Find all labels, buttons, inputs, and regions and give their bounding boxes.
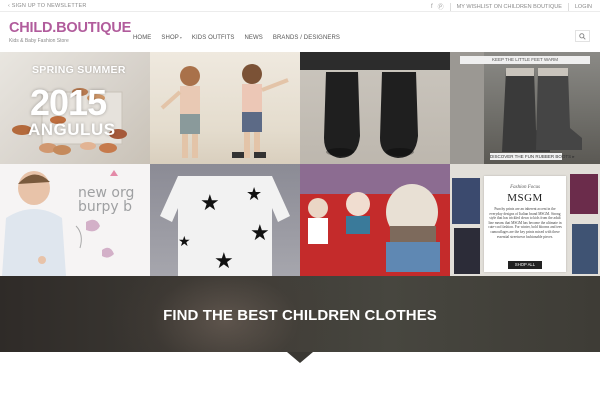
facebook-icon[interactable]: f bbox=[431, 4, 433, 10]
site-tagline: Kids & Baby Fashion Store bbox=[9, 37, 69, 44]
top-bar: ‹ SIGN UP TO NEWSLETTER f Ⓟ MY WISHLIST … bbox=[0, 0, 600, 12]
promo-text: new org burpy b bbox=[78, 186, 134, 214]
search-button[interactable] bbox=[575, 30, 590, 42]
pinterest-icon[interactable]: Ⓟ bbox=[438, 2, 444, 11]
shop-all-button[interactable]: SHOP ALL bbox=[508, 261, 542, 269]
svg-text:★: ★ bbox=[246, 184, 262, 205]
chevron-down-icon: ▾ bbox=[179, 35, 182, 40]
login-link[interactable]: LOGIN bbox=[575, 4, 592, 10]
season-year: 2015 bbox=[30, 82, 107, 123]
svg-text:★: ★ bbox=[214, 249, 234, 274]
tile-dolls[interactable] bbox=[300, 164, 450, 276]
fashion-focus-card: Fashion Focus MSGM Punchy prints are an … bbox=[484, 176, 566, 272]
tile-star-sweater[interactable]: ★ ★ ★ ★ ★ bbox=[150, 164, 300, 276]
divider bbox=[567, 2, 569, 11]
site-header: CHILD.BOUTIQUE Kids & Baby Fashion Store… bbox=[0, 12, 600, 52]
sweater-photo: ★ ★ ★ ★ ★ bbox=[160, 176, 290, 276]
dolls-photo bbox=[300, 164, 450, 272]
nav-item-news[interactable]: NEWS bbox=[244, 35, 262, 41]
tile-spring-summer[interactable]: SPRING SUMMER 2015 ANGULUS bbox=[0, 52, 150, 164]
main-nav: HOME SHOP▾ KIDS OUTFITS NEWS BRANDS / DE… bbox=[133, 35, 340, 41]
divider bbox=[449, 2, 451, 11]
wishlist-link[interactable]: MY WISHLIST ON CHILDREN BOUTIQUE bbox=[457, 4, 562, 10]
nav-item-kids-outfits[interactable]: KIDS OUTFITS bbox=[192, 35, 235, 41]
hero-banner: FIND THE BEST CHILDREN CLOTHES bbox=[0, 276, 600, 352]
site-logo[interactable]: CHILD.BOUTIQUE bbox=[9, 20, 131, 36]
top-bar-right: f Ⓟ MY WISHLIST ON CHILDREN BOUTIQUE LOG… bbox=[431, 2, 592, 11]
shoes-photo bbox=[300, 52, 450, 158]
tile-rubber-boots[interactable]: KEEP THE LITTLE FEET WARM DISCOVER THE F… bbox=[450, 52, 600, 164]
promo-line-2: burpy b bbox=[78, 199, 133, 215]
kids-photo bbox=[160, 64, 289, 158]
brand-name: ANGULUS bbox=[28, 120, 116, 139]
discover-boots-button[interactable]: DISCOVER THE FUN RUBBER BOOTS ▸ bbox=[490, 153, 575, 160]
newsletter-link[interactable]: ‹ SIGN UP TO NEWSLETTER bbox=[8, 3, 87, 9]
hero-title: FIND THE BEST CHILDREN CLOTHES bbox=[163, 307, 437, 324]
tile-black-shoes[interactable] bbox=[300, 52, 450, 164]
nav-label: SHOP bbox=[161, 35, 179, 41]
nav-item-home[interactable]: HOME bbox=[133, 35, 151, 41]
card-title: MSGM bbox=[507, 192, 543, 204]
nav-item-brands[interactable]: BRANDS / DESIGNERS bbox=[273, 35, 340, 41]
nav-item-shop[interactable]: SHOP▾ bbox=[161, 35, 182, 41]
tile-baby[interactable]: new org burpy b bbox=[0, 164, 150, 276]
boots-banner: KEEP THE LITTLE FEET WARM bbox=[460, 56, 590, 64]
card-eyebrow: Fashion Focus bbox=[510, 185, 540, 190]
tile-msgm[interactable]: Fashion Focus MSGM Punchy prints are an … bbox=[450, 164, 600, 276]
newsletter-label: SIGN UP TO NEWSLETTER bbox=[11, 3, 87, 9]
featured-grid: SPRING SUMMER 2015 ANGULUS KEEP THE LITT… bbox=[0, 52, 600, 276]
search-icon bbox=[579, 32, 586, 40]
boots-photo bbox=[450, 52, 582, 164]
hero-pointer-arrow bbox=[287, 352, 313, 363]
card-body: Punchy prints are an inherent accent in … bbox=[488, 207, 562, 239]
social-links: f Ⓟ bbox=[431, 2, 444, 12]
promo-line-1: new org bbox=[78, 185, 135, 201]
tile-kids-photo[interactable] bbox=[150, 52, 300, 164]
svg-text:★: ★ bbox=[250, 221, 270, 246]
svg-text:★: ★ bbox=[178, 234, 191, 250]
baby-photo bbox=[2, 170, 118, 276]
svg-text:★: ★ bbox=[200, 191, 220, 216]
season-label: SPRING SUMMER bbox=[32, 64, 126, 76]
